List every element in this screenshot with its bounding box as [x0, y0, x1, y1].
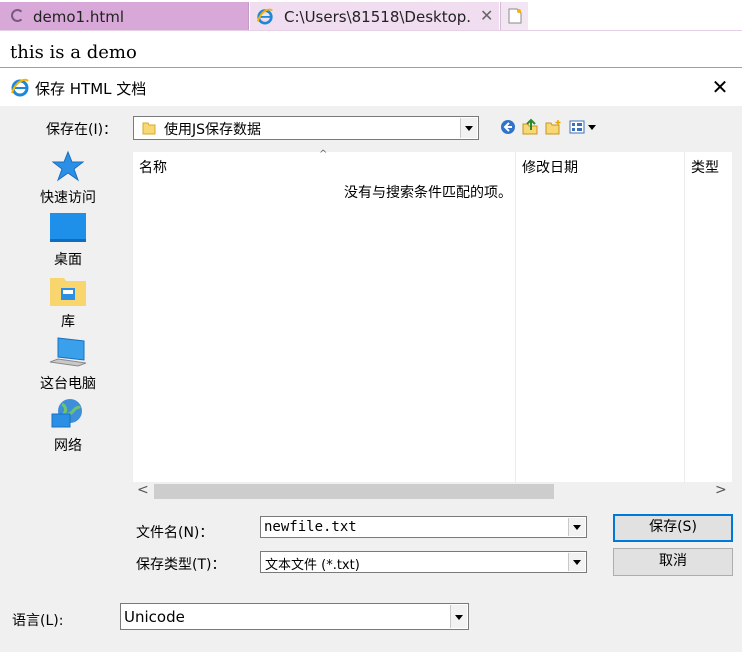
- browser-tab-bar: demo1.html C:\Users\81518\Desktop... ✕: [0, 0, 742, 31]
- place-label: 网络: [54, 438, 82, 454]
- filename-input[interactable]: newfile.txt: [260, 516, 587, 538]
- network-icon: [51, 399, 82, 428]
- tab-title: C:\Users\81518\Desktop...: [284, 8, 472, 26]
- new-tab-button[interactable]: [500, 2, 528, 31]
- column-divider[interactable]: [515, 152, 516, 500]
- filetype-label: 保存类型(T)：: [136, 557, 226, 573]
- chevron-down-icon: [450, 605, 467, 628]
- save-in-label: 保存在(I)：: [46, 122, 118, 138]
- cancel-button[interactable]: 取消: [613, 548, 733, 576]
- place-this-pc[interactable]: 这台电脑: [15, 333, 121, 393]
- scroll-left-icon[interactable]: <: [137, 482, 149, 498]
- language-label: 语言(L):: [12, 613, 64, 629]
- sort-ascending-icon: ^: [319, 149, 328, 160]
- close-button[interactable]: ✕: [704, 73, 736, 101]
- filetype-dropdown[interactable]: 文本文件 (*.txt): [260, 551, 587, 573]
- empty-message: 没有与搜索条件匹配的项。: [344, 185, 512, 201]
- tab-divider: [0, 30, 742, 31]
- place-library[interactable]: 库: [15, 271, 121, 331]
- save-dialog: 保存 HTML 文档 ✕ 保存在(I)： 使用JS保存数据 快速访问 桌面 库 …: [0, 67, 742, 652]
- up-folder-icon[interactable]: [522, 118, 538, 135]
- place-label: 这台电脑: [40, 376, 96, 392]
- loading-icon: [11, 9, 24, 22]
- tab-demo1[interactable]: demo1.html: [0, 2, 249, 31]
- language-dropdown[interactable]: Unicode: [120, 603, 469, 630]
- chevron-down-icon: [568, 553, 585, 571]
- save-in-dropdown[interactable]: 使用JS保存数据: [133, 116, 479, 140]
- dialog-title-bar: 保存 HTML 文档 ✕: [0, 68, 742, 106]
- filetype-value: 文本文件 (*.txt): [265, 558, 360, 573]
- place-label: 库: [61, 314, 75, 330]
- filename-value[interactable]: newfile.txt: [264, 519, 357, 535]
- dialog-title: 保存 HTML 文档: [35, 80, 147, 98]
- desktop-icon: [50, 213, 86, 242]
- ie-icon: [11, 78, 29, 97]
- column-header-modified[interactable]: 修改日期: [522, 157, 578, 185]
- folder-icon: [142, 122, 156, 135]
- new-tab-icon: [508, 8, 522, 24]
- library-icon: [50, 278, 86, 306]
- column-divider[interactable]: [684, 152, 685, 500]
- tab-close-icon[interactable]: ✕: [480, 6, 493, 25]
- back-icon[interactable]: [500, 119, 516, 135]
- scroll-right-icon[interactable]: >: [715, 482, 727, 498]
- computer-icon: [49, 337, 87, 367]
- scrollbar-thumb[interactable]: [154, 484, 554, 499]
- chevron-down-icon: [460, 118, 477, 138]
- new-folder-icon[interactable]: [545, 119, 562, 135]
- place-desktop[interactable]: 桌面: [15, 209, 121, 269]
- ie-icon: [256, 8, 273, 25]
- filename-label: 文件名(N)：: [136, 525, 214, 541]
- tab-desktop[interactable]: C:\Users\81518\Desktop... ✕: [250, 2, 499, 31]
- tab-title: demo1.html: [33, 8, 125, 26]
- save-button[interactable]: 保存(S): [613, 514, 733, 542]
- page-content-text: this is a demo: [10, 42, 137, 63]
- view-menu-icon[interactable]: [569, 119, 599, 135]
- place-label: 快速访问: [40, 190, 96, 206]
- save-in-value: 使用JS保存数据: [164, 122, 262, 138]
- horizontal-scrollbar[interactable]: < >: [133, 482, 732, 500]
- chevron-down-icon[interactable]: [568, 518, 585, 536]
- place-label: 桌面: [54, 252, 82, 268]
- language-value: Unicode: [124, 608, 185, 626]
- place-quick-access[interactable]: 快速访问: [15, 147, 121, 207]
- place-network[interactable]: 网络: [15, 395, 121, 455]
- star-icon: [52, 150, 84, 182]
- file-list[interactable]: 名称 ^ 修改日期 类型 没有与搜索条件匹配的项。: [133, 149, 732, 500]
- column-header-type[interactable]: 类型: [691, 157, 719, 185]
- column-header-name[interactable]: 名称: [139, 157, 167, 185]
